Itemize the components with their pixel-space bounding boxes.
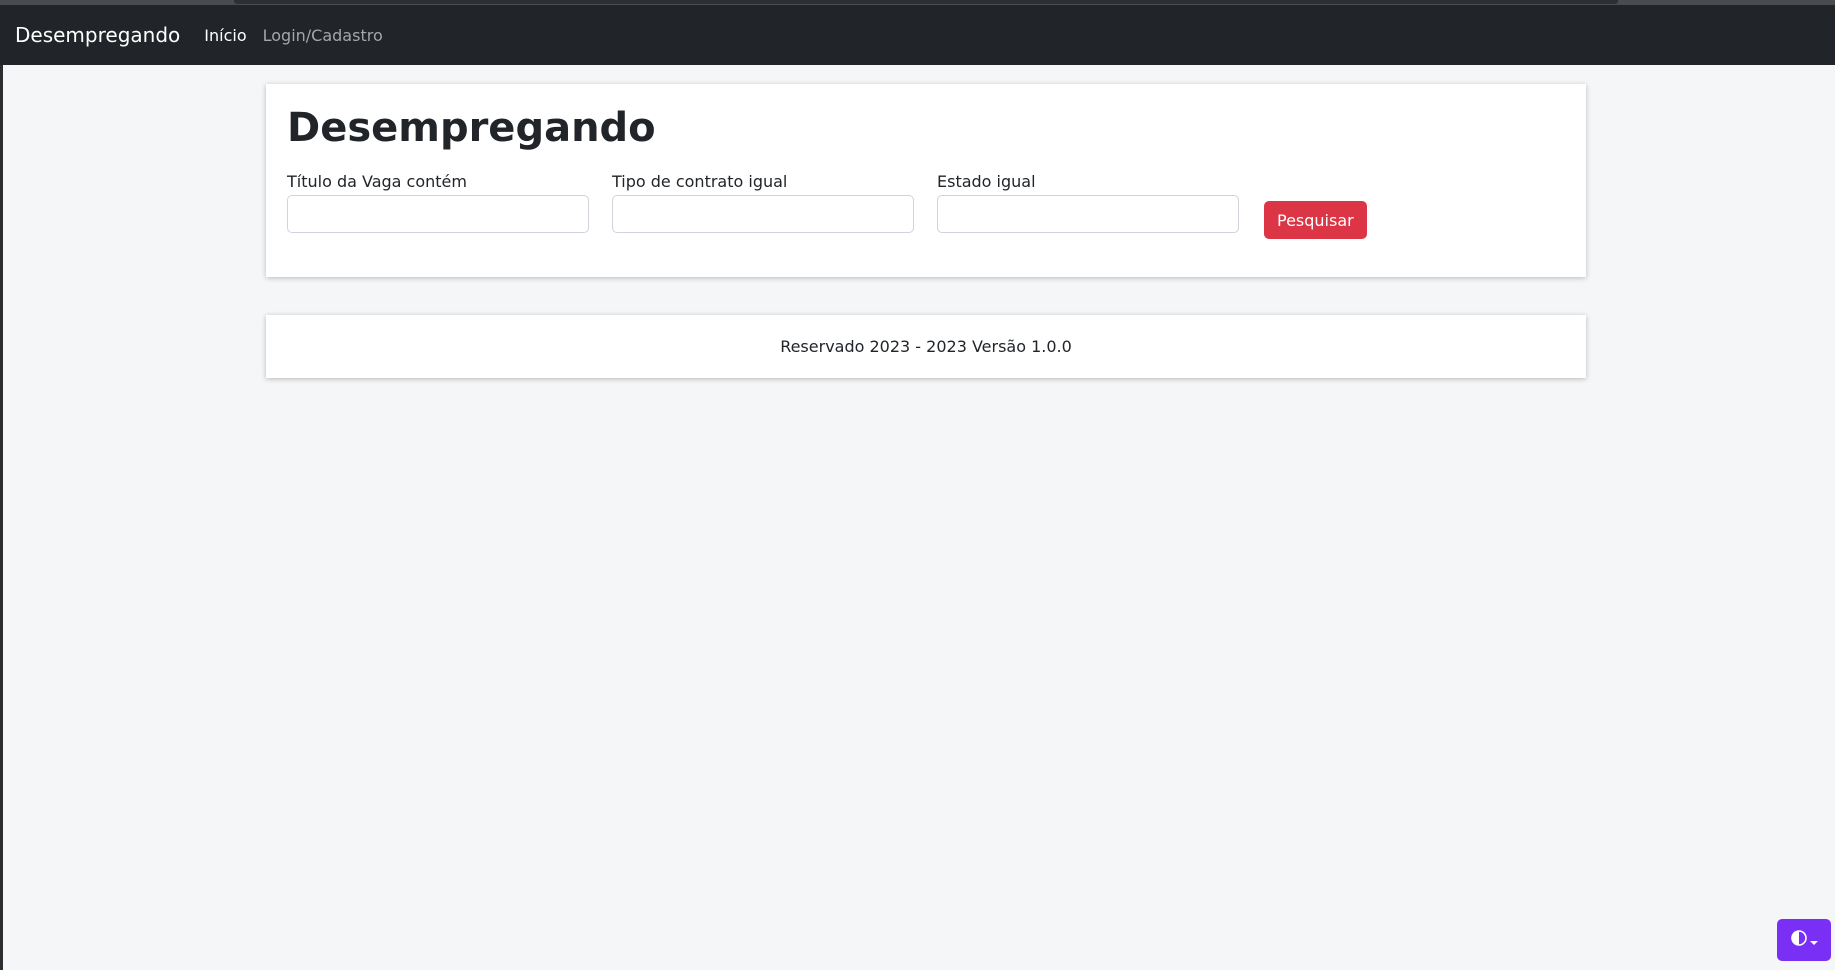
half-circle-contrast-icon bbox=[1790, 930, 1807, 950]
nav-link-inicio[interactable]: Início bbox=[204, 26, 246, 45]
job-title-label: Título da Vaga contém bbox=[287, 172, 467, 191]
state-field: Estado igual bbox=[937, 172, 1239, 233]
window-left-edge bbox=[0, 0, 3, 970]
state-input[interactable] bbox=[937, 195, 1239, 233]
theme-toggle-button[interactable] bbox=[1777, 919, 1831, 961]
state-label: Estado igual bbox=[937, 172, 1036, 191]
navbar-brand[interactable]: Desempregando bbox=[15, 23, 180, 47]
nav-link-login-cadastro[interactable]: Login/Cadastro bbox=[263, 26, 383, 45]
browser-scroll-bar bbox=[234, 0, 1618, 4]
footer-card: Reservado 2023 - 2023 Versão 1.0.0 bbox=[266, 315, 1586, 378]
job-title-input[interactable] bbox=[287, 195, 589, 233]
footer-text: Reservado 2023 - 2023 Versão 1.0.0 bbox=[780, 337, 1072, 356]
page-title: Desempregando bbox=[287, 105, 656, 151]
search-button[interactable]: Pesquisar bbox=[1264, 201, 1367, 239]
search-card: Desempregando Título da Vaga contém Tipo… bbox=[266, 84, 1586, 277]
job-title-field: Título da Vaga contém bbox=[287, 172, 589, 233]
caret-down-icon bbox=[1809, 931, 1818, 950]
contract-type-label: Tipo de contrato igual bbox=[612, 172, 788, 191]
contract-type-input[interactable] bbox=[612, 195, 914, 233]
navbar: Desempregando Início Login/Cadastro bbox=[0, 5, 1835, 65]
contract-type-field: Tipo de contrato igual bbox=[612, 172, 914, 233]
